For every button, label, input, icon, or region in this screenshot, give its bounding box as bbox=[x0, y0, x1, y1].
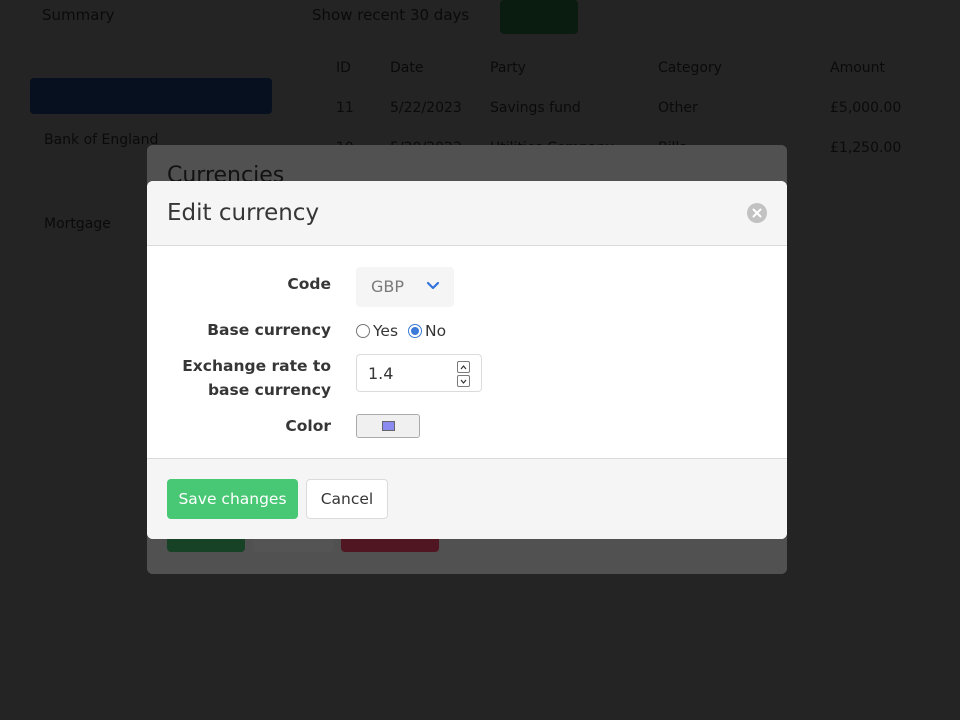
column-header: Category bbox=[658, 60, 722, 76]
exchange-rate-label-line1: Exchange rate to bbox=[182, 357, 331, 375]
top-bar: Summary Show recent 30 days bbox=[0, 0, 960, 36]
show-button bbox=[500, 0, 578, 34]
column-header: Date bbox=[390, 60, 424, 76]
cancel-button[interactable]: Cancel bbox=[306, 479, 388, 519]
show-range-select: Show recent 30 days bbox=[312, 6, 470, 24]
exchange-rate-input[interactable]: 1.4 bbox=[356, 354, 482, 392]
close-button[interactable] bbox=[747, 203, 767, 223]
modal-header: Edit currency bbox=[147, 181, 787, 246]
table-cell: Savings fund bbox=[490, 100, 581, 116]
base-currency-yes-label: Yes bbox=[373, 322, 399, 340]
column-header: Party bbox=[490, 60, 526, 76]
chevron-down-icon bbox=[460, 379, 467, 384]
table-header: ID Date Party Category Amount bbox=[336, 48, 960, 88]
summary-link: Summary bbox=[42, 6, 115, 24]
table-cell: 11 bbox=[336, 100, 354, 116]
base-currency-radio-group: Yes No bbox=[356, 320, 456, 342]
color-swatch bbox=[382, 421, 395, 431]
exchange-rate-value: 1.4 bbox=[368, 364, 394, 383]
increment-button[interactable] bbox=[457, 361, 470, 373]
base-currency-no-label: No bbox=[425, 322, 447, 340]
chevron-up-icon bbox=[460, 364, 467, 369]
table-cell: Other bbox=[658, 100, 698, 116]
table-cell: 5/22/2023 bbox=[390, 100, 462, 116]
code-select-value: GBP bbox=[371, 277, 405, 296]
table-cell: £1,250.00 bbox=[830, 140, 902, 156]
base-currency-label: Base currency bbox=[207, 321, 331, 339]
base-currency-no-option[interactable]: No bbox=[408, 322, 446, 340]
decrement-button[interactable] bbox=[457, 375, 470, 387]
column-header: Amount bbox=[830, 60, 886, 76]
table-row: 11 5/22/2023 Savings fund Other £5,000.0… bbox=[336, 88, 960, 128]
base-currency-yes-option[interactable]: Yes bbox=[356, 322, 398, 340]
color-picker[interactable] bbox=[356, 414, 420, 438]
sidebar-button bbox=[30, 78, 272, 114]
code-label: Code bbox=[287, 275, 331, 293]
base-currency-no-radio[interactable] bbox=[408, 324, 423, 338]
modal-footer: Save changes Cancel bbox=[147, 458, 787, 539]
color-label: Color bbox=[285, 417, 331, 435]
modal-title: Edit currency bbox=[167, 200, 320, 226]
exchange-rate-spinner bbox=[457, 361, 470, 387]
base-currency-yes-radio[interactable] bbox=[356, 324, 370, 338]
save-changes-button[interactable]: Save changes bbox=[167, 479, 298, 519]
exchange-rate-label-line2: base currency bbox=[207, 381, 331, 399]
chevron-down-icon bbox=[426, 281, 440, 290]
table-cell: £5,000.00 bbox=[830, 100, 902, 116]
edit-currency-modal: Edit currency Code GBP Base currency Yes bbox=[147, 181, 787, 539]
column-header: ID bbox=[336, 60, 351, 76]
code-select[interactable]: GBP bbox=[356, 267, 454, 307]
close-icon bbox=[752, 208, 762, 218]
modal-body: Code GBP Base currency Yes No Exchange r… bbox=[147, 246, 787, 458]
